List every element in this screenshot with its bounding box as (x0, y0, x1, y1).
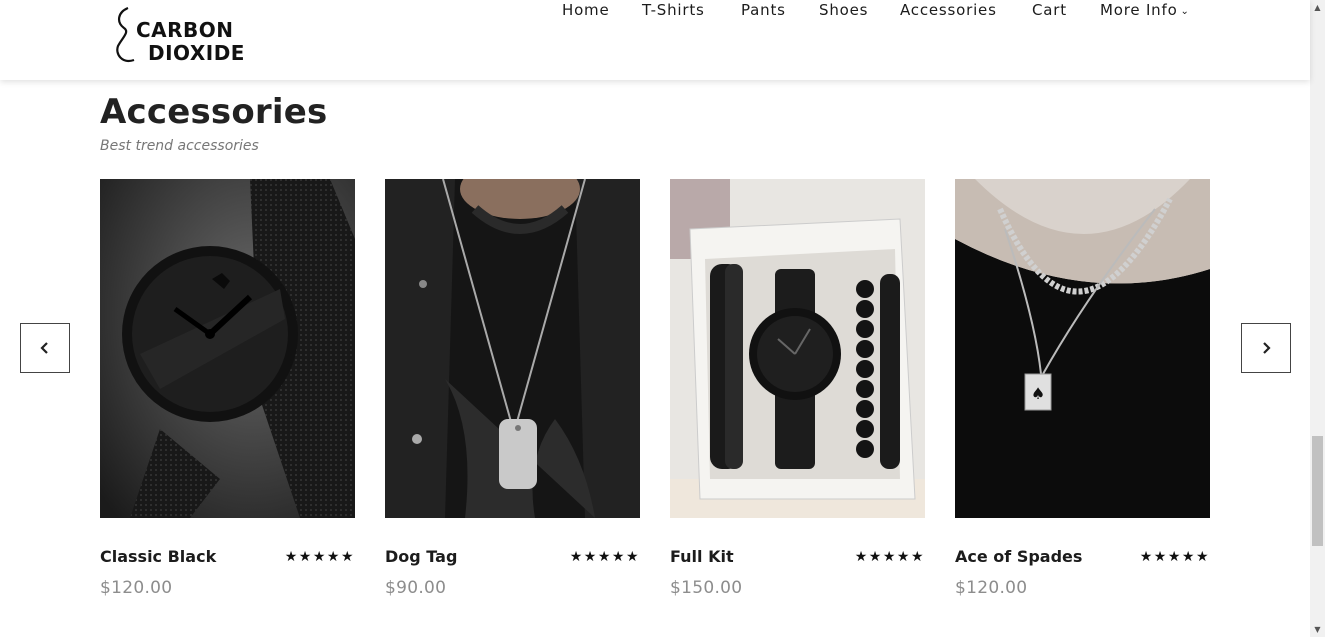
product-price: $120.00 (100, 578, 173, 598)
star-rating: ★★★★★ (854, 549, 925, 565)
scroll-down-icon[interactable]: ▼ (1310, 622, 1325, 637)
product-price: $120.00 (955, 578, 1028, 598)
carousel-next-button[interactable] (1241, 323, 1291, 373)
product-image-dog-tag[interactable] (385, 179, 640, 518)
product-card[interactable]: Full Kit ★★★★★ $150.00 (670, 179, 925, 609)
star-rating: ★★★★★ (1139, 549, 1210, 565)
product-image-ace-of-spades[interactable]: ♠ (955, 179, 1210, 518)
product-image-full-kit[interactable] (670, 179, 925, 518)
nav-t-shirts[interactable]: T-Shirts (642, 0, 705, 20)
scroll-up-icon[interactable]: ▲ (1310, 0, 1325, 15)
product-card[interactable]: Dog Tag ★★★★★ $90.00 (385, 179, 640, 609)
site-header: CARBON DIOXIDE Home T-Shirts Pants Shoes… (0, 0, 1310, 80)
chevron-left-icon (40, 342, 48, 354)
chevron-down-icon: ⌄ (1180, 6, 1190, 17)
star-rating: ★★★★★ (284, 549, 355, 565)
brand-line-2: DIOXIDE (148, 41, 245, 65)
nav-cart[interactable]: Cart (1032, 0, 1067, 20)
scrollbar-thumb[interactable] (1312, 436, 1323, 546)
nav-pants[interactable]: Pants (741, 0, 786, 20)
chevron-right-icon (1263, 342, 1271, 354)
brand-line-1: CARBON (136, 18, 234, 42)
product-name[interactable]: Dog Tag (385, 547, 457, 566)
nav-home[interactable]: Home (562, 0, 610, 20)
star-rating: ★★★★★ (569, 549, 640, 565)
product-card[interactable]: ♠ Ace of Spades ★★★★★ $120.00 (955, 179, 1210, 609)
section-subtitle: Best trend accessories (100, 138, 259, 154)
nav-shoes[interactable]: Shoes (819, 0, 868, 20)
product-image-watch[interactable] (100, 179, 355, 518)
section-title: Accessories (100, 92, 328, 132)
product-card[interactable]: Classic Black ★★★★★ $120.00 (100, 179, 355, 609)
brand-logo[interactable]: CARBON DIOXIDE (114, 6, 254, 68)
product-name[interactable]: Ace of Spades (955, 547, 1082, 566)
product-name[interactable]: Classic Black (100, 547, 216, 566)
svg-text:♠: ♠ (1031, 384, 1045, 403)
carousel-prev-button[interactable] (20, 323, 70, 373)
product-name[interactable]: Full Kit (670, 547, 734, 566)
nav-more-info[interactable]: More Info ⌄ (1100, 0, 1190, 23)
product-price: $150.00 (670, 578, 743, 598)
nav-accessories[interactable]: Accessories (900, 0, 997, 20)
nav-more-info-label: More Info (1100, 1, 1178, 19)
product-price: $90.00 (385, 578, 447, 598)
